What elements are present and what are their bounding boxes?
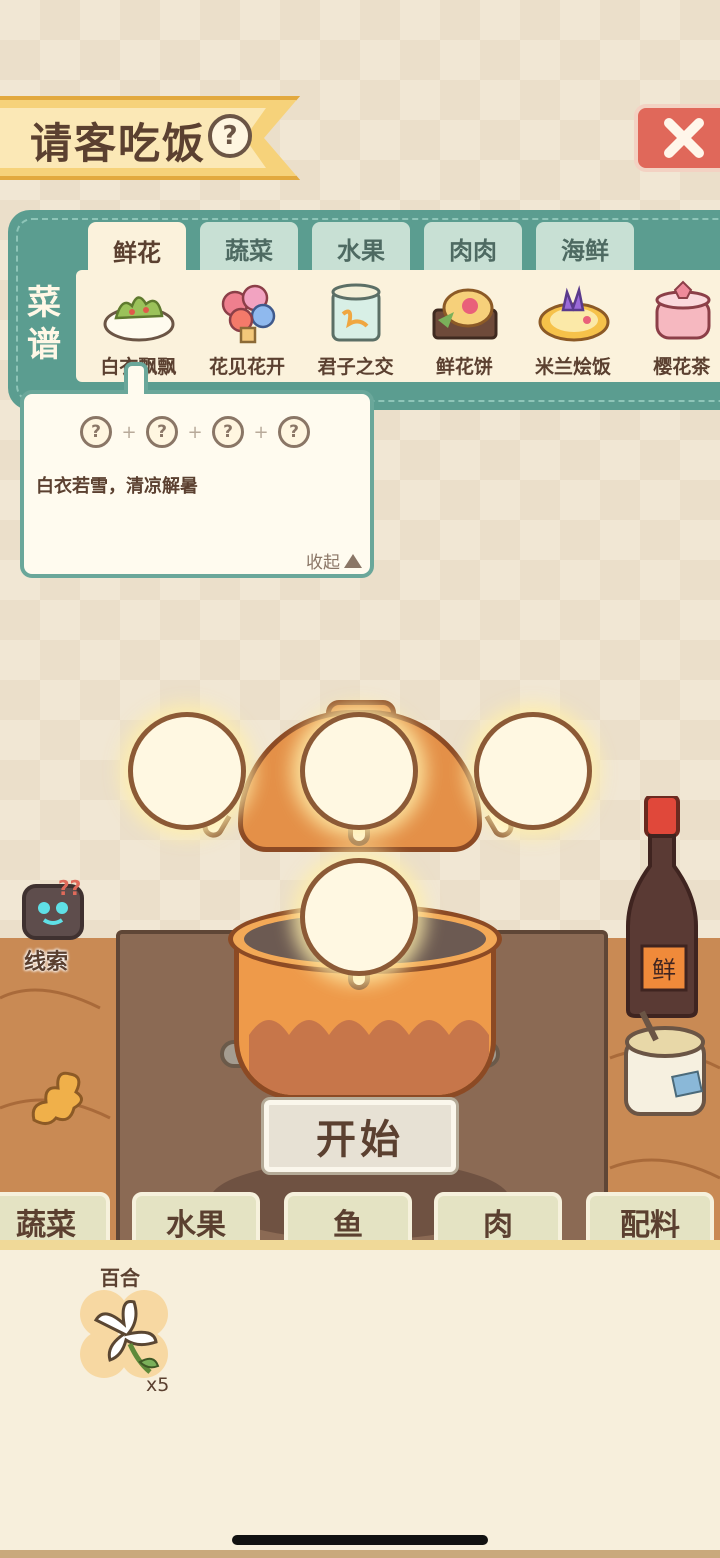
- start-button[interactable]: 开始: [264, 1100, 456, 1172]
- recipe-description: 白衣若雪，清凉解暑: [36, 476, 198, 497]
- ingredient-slot[interactable]: [128, 712, 246, 830]
- dish-item[interactable]: 樱花茶: [627, 270, 720, 382]
- plus-sign: +: [121, 421, 137, 443]
- salad-plate-icon: [103, 296, 175, 342]
- help-icon: ?: [222, 121, 238, 151]
- tab-meat[interactable]: 肉肉: [424, 222, 522, 274]
- soy-sauce-bottle-icon: 鲜: [626, 796, 698, 1018]
- dish-item[interactable]: 鲜花饼: [410, 270, 519, 382]
- jelly-cup-icon: [331, 283, 381, 342]
- collapse-label: 收起: [306, 553, 340, 573]
- plus-sign: +: [253, 421, 269, 443]
- tab-vegetables[interactable]: 蔬菜: [200, 222, 298, 274]
- close-icon: [664, 118, 704, 158]
- flower-bouquet-icon: [221, 284, 275, 344]
- dish-item[interactable]: 米兰烩饭: [519, 270, 628, 382]
- unknown-ingredient-icon: ?: [80, 416, 112, 448]
- lily-flower-icon[interactable]: [74, 1284, 174, 1384]
- dish-name: 花见花开: [209, 356, 286, 378]
- flower-cake-icon: [432, 288, 498, 340]
- plus-sign: +: [187, 421, 203, 443]
- ingredient-slot[interactable]: [300, 712, 418, 830]
- recipe-label: 菜谱: [27, 283, 61, 365]
- unknown-ingredient-icon: ?: [146, 416, 178, 448]
- page-title: 请客吃饭: [30, 119, 207, 168]
- close-button[interactable]: [634, 104, 720, 172]
- collapse-button[interactable]: 收起: [306, 548, 362, 573]
- dish-list: 白衣飘飘 花见花开 君子之交 鲜花饼: [76, 270, 720, 382]
- dish-name: 樱花茶: [653, 356, 711, 378]
- bottom-edge: [0, 1550, 720, 1558]
- home-indicator[interactable]: [232, 1535, 488, 1545]
- help-button[interactable]: ?: [208, 114, 252, 158]
- sugar-jar-icon: [624, 1010, 706, 1116]
- dish-name: 君子之交: [317, 356, 394, 378]
- sakura-tea-icon: [655, 280, 711, 340]
- tab-seafood[interactable]: 海鲜: [536, 222, 634, 274]
- tooltip-arrow: [124, 362, 148, 394]
- ingredient-count: x5: [146, 1374, 170, 1396]
- unknown-ingredient-icon: ?: [212, 416, 244, 448]
- ginger-icon: [31, 1071, 83, 1125]
- dish-name: 米兰烩饭: [535, 356, 612, 378]
- bottle-label: 鲜: [652, 956, 676, 984]
- tab-fruits[interactable]: 水果: [312, 222, 410, 274]
- triangle-up-icon: [344, 553, 362, 568]
- ingredient-slot[interactable]: [300, 858, 418, 976]
- risotto-plate-icon: [538, 285, 610, 342]
- dish-item[interactable]: 花见花开: [193, 270, 302, 382]
- clue-label: 线索: [24, 950, 69, 975]
- ingredient-slot[interactable]: [474, 712, 592, 830]
- question-marks: ??: [58, 876, 82, 900]
- dish-item[interactable]: 君子之交: [301, 270, 410, 382]
- unknown-ingredient-icon: ?: [278, 416, 310, 448]
- dish-name: 鲜花饼: [435, 356, 493, 378]
- ingredient-hint-slots: ? + ? + ? + ?: [80, 416, 310, 448]
